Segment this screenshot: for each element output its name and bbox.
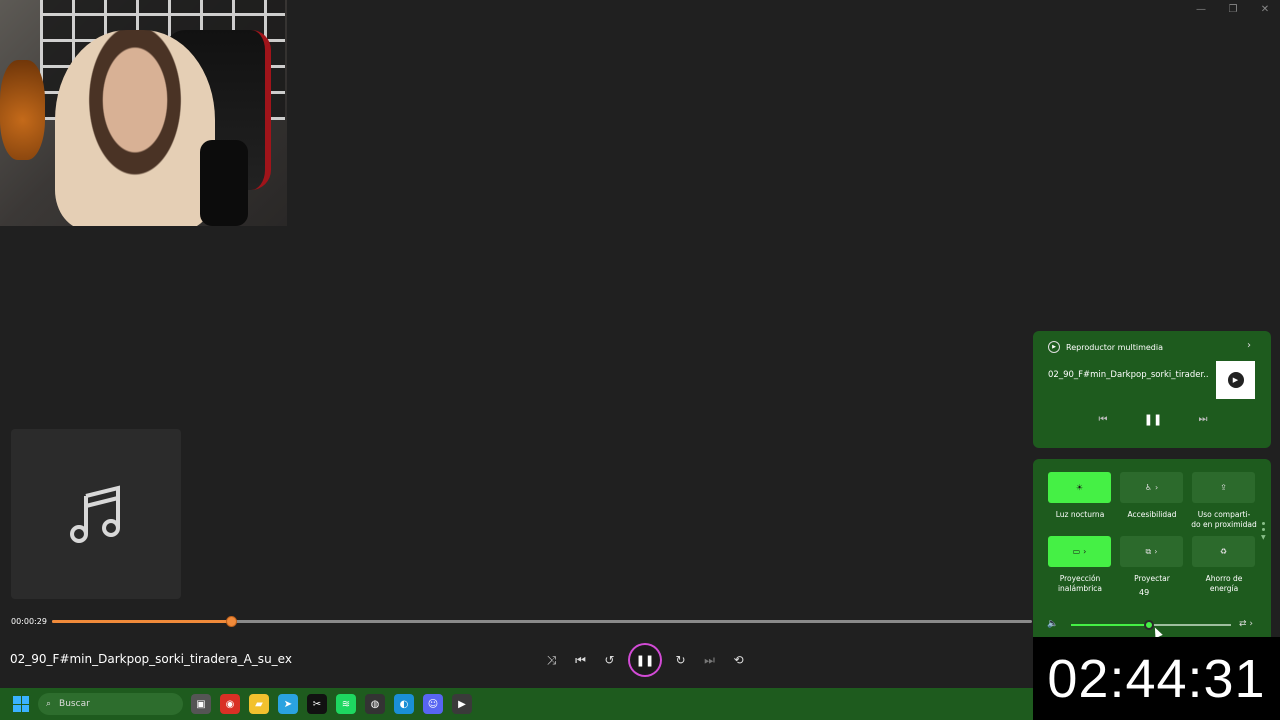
volume-fill — [1071, 624, 1150, 626]
page-down-icon: ▼ — [1261, 534, 1266, 541]
telegram-icon[interactable]: ➤ — [278, 694, 298, 714]
media-app-name: Reproductor multimedia — [1066, 342, 1163, 352]
pause-icon: ❚❚ — [635, 653, 655, 667]
tile-accessibility-label: Accesibilidad — [1127, 510, 1177, 519]
quick-settings-panel: ☀ Luz nocturna ♿ › Accesibilidad ⇪ Uso c… — [1033, 459, 1271, 647]
edge-icon[interactable]: ◐ — [394, 694, 414, 714]
audio-output-icon[interactable]: ⇄ › — [1239, 619, 1253, 629]
cast-icon: ▭ — [1072, 547, 1081, 556]
tile-night-light-label: Luz nocturna — [1055, 510, 1105, 519]
discord-icon[interactable]: ☺ — [423, 694, 443, 714]
next-button[interactable]: ⏭ — [695, 645, 724, 675]
guitar — [0, 60, 45, 160]
microphone — [200, 140, 248, 226]
media-flyout-header: ▶ Reproductor multimedia — [1048, 341, 1163, 353]
music-note-icon — [70, 485, 120, 543]
media-player-icon[interactable]: ▶ — [452, 694, 472, 714]
tile-project[interactable]: ⧉ › — [1120, 536, 1183, 567]
forward-30-button[interactable]: ↻ — [666, 645, 695, 675]
media-thumbnail: ▶ — [1216, 361, 1255, 399]
minimize-button[interactable]: — — [1194, 4, 1208, 15]
media-player-icon: ▶ — [1048, 341, 1060, 353]
current-time: 00:00:29 — [11, 617, 47, 626]
obs-icon[interactable]: ◍ — [365, 694, 385, 714]
seek-thumb[interactable] — [226, 616, 238, 627]
project-icon: ⧉ — [1145, 546, 1152, 556]
clock-overlay: 02:44:31 — [1033, 637, 1280, 720]
streamer — [55, 30, 215, 226]
play-icon: ▶ — [1227, 372, 1244, 388]
tile-nearby-sharing[interactable]: ⇪ — [1192, 472, 1255, 503]
chevron-right-icon: › — [1154, 483, 1159, 492]
tile-wireless-projection[interactable]: ▭ › — [1048, 536, 1111, 567]
tile-wireless-projection-label: Proyección inalámbrica — [1057, 574, 1103, 593]
start-icon[interactable] — [13, 696, 29, 712]
tile-energy-saver[interactable]: ♻ — [1192, 536, 1255, 567]
repeat-button[interactable]: ⟲ — [724, 645, 753, 675]
search-icon: ⌕ — [46, 699, 52, 709]
album-art — [11, 429, 181, 599]
page-indicator[interactable]: ▼ — [1261, 522, 1266, 541]
transport-controls: ⤨ ⏮ ↺ ❚❚ ↻ ⏭ ⟲ — [537, 645, 753, 675]
tile-night-light[interactable]: ☀ — [1048, 472, 1111, 503]
seek-bar[interactable] — [52, 616, 1032, 627]
speaker-icon[interactable]: 🔈 — [1047, 619, 1058, 629]
capcut-icon[interactable]: ✂ — [307, 694, 327, 714]
chevron-right-icon[interactable]: › — [1247, 340, 1251, 351]
flyout-previous-button[interactable]: ⏮ — [1093, 414, 1113, 425]
night-light-icon: ☀ — [1075, 483, 1084, 492]
maximize-button[interactable]: ❐ — [1226, 4, 1240, 15]
previous-button[interactable]: ⏮ — [566, 645, 595, 675]
accessibility-icon: ♿ — [1144, 483, 1152, 492]
taskbar: ⌕ Buscar ▣ ◉ ▰ ➤ ✂ ≋ ◍ ◐ ☺ ▶ — [0, 688, 1033, 720]
task-view-icon[interactable]: ▣ — [191, 694, 211, 714]
energy-saver-icon: ♻ — [1219, 547, 1228, 556]
play-pause-button[interactable]: ❚❚ — [630, 645, 660, 675]
page-dot — [1261, 528, 1265, 531]
seek-progress — [52, 620, 232, 623]
taskbar-search[interactable]: ⌕ Buscar — [38, 693, 183, 715]
close-button[interactable]: ✕ — [1258, 4, 1272, 15]
flyout-pause-button[interactable]: ❚❚ — [1143, 413, 1163, 426]
tile-energy-saver-label: Ahorro de energía — [1205, 574, 1243, 593]
tile-nearby-sharing-label: Uso comparti- do en proximidad — [1191, 510, 1257, 529]
tile-accessibility[interactable]: ♿ › — [1120, 472, 1183, 503]
share-icon: ⇪ — [1220, 483, 1227, 492]
media-flyout-track-title: 02_90_F#min_Darkpop_sorki_tirader... — [1048, 370, 1208, 380]
volume-slider[interactable] — [1071, 620, 1231, 630]
taskbar-apps: ▣ ◉ ▰ ➤ ✂ ≋ ◍ ◐ ☺ ▶ — [191, 694, 472, 714]
file-explorer-icon[interactable]: ▰ — [249, 694, 269, 714]
volume-tooltip: 49 — [1139, 588, 1150, 597]
media-flyout-controls: ⏮ ❚❚ ⏭ — [1093, 413, 1213, 426]
rewind-10-button[interactable]: ↺ — [595, 645, 624, 675]
chevron-right-icon: › — [1083, 547, 1087, 556]
chevron-right-icon: › — [1154, 547, 1158, 556]
tile-project-label: Proyectar — [1134, 574, 1170, 583]
shuffle-button[interactable]: ⤨ — [537, 645, 566, 675]
spotify-icon[interactable]: ≋ — [336, 694, 356, 714]
flyout-next-button[interactable]: ⏭ — [1193, 414, 1213, 425]
search-placeholder: Buscar — [59, 699, 90, 709]
webcam-overlay — [0, 0, 287, 226]
page-dot — [1261, 522, 1265, 525]
chrome-icon[interactable]: ◉ — [220, 694, 240, 714]
window-controls: — ❐ ✕ — [1194, 4, 1272, 15]
track-title: 02_90_F#min_Darkpop_sorki_tiradera_A_su_… — [10, 652, 292, 666]
media-flyout: ▶ Reproductor multimedia › 02_90_F#min_D… — [1033, 331, 1271, 448]
